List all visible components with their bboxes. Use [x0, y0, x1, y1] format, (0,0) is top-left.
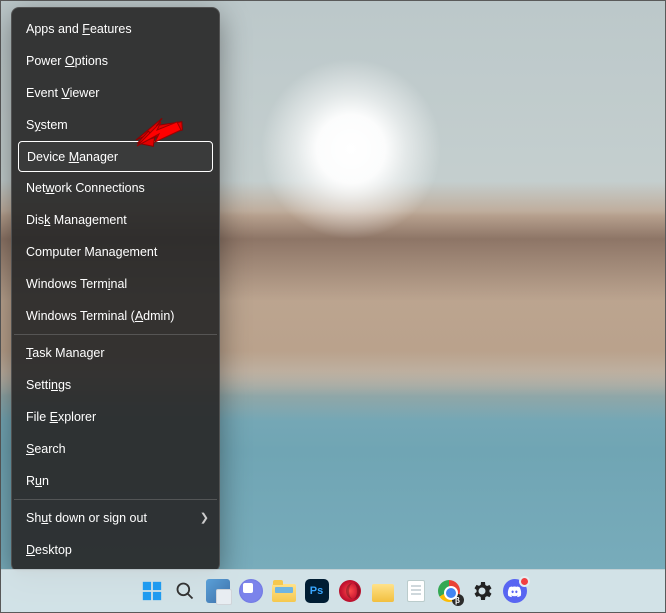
discord-icon[interactable] [502, 578, 528, 604]
menu-item-task-manager[interactable]: Task Manager [12, 337, 219, 369]
menu-item-disk-management[interactable]: Disk Management [12, 204, 219, 236]
desktop: Apps and Features Power Options Event Vi… [0, 0, 666, 613]
menu-item-search[interactable]: Search [12, 433, 219, 465]
menu-item-run[interactable]: Run [12, 465, 219, 497]
menu-item-desktop[interactable]: Desktop [12, 534, 219, 566]
notification-badge-icon [519, 576, 530, 587]
menu-item-device-manager[interactable]: Device Manager [18, 141, 213, 172]
menu-item-system[interactable]: System [12, 109, 219, 141]
start-icon[interactable] [139, 578, 165, 604]
photoshop-icon[interactable]: Ps [304, 578, 330, 604]
menu-item-power-options[interactable]: Power Options [12, 45, 219, 77]
menu-item-settings[interactable]: Settings [12, 369, 219, 401]
menu-item-windows-terminal[interactable]: Windows Terminal [12, 268, 219, 300]
file-explorer-icon[interactable] [271, 578, 297, 604]
chevron-right-icon: ❯ [200, 510, 209, 526]
settings-icon[interactable] [469, 578, 495, 604]
search-icon[interactable] [172, 578, 198, 604]
task-view-icon[interactable] [205, 578, 231, 604]
opera-icon[interactable] [337, 578, 363, 604]
folder-icon[interactable] [370, 578, 396, 604]
menu-item-windows-terminal-admin[interactable]: Windows Terminal (Admin) [12, 300, 219, 332]
chrome-beta-icon[interactable]: β [436, 578, 462, 604]
menu-item-network-connections[interactable]: Network Connections [12, 172, 219, 204]
notepad-icon[interactable] [403, 578, 429, 604]
taskbar: Ps β [1, 569, 665, 612]
menu-item-computer-management[interactable]: Computer Management [12, 236, 219, 268]
menu-item-event-viewer[interactable]: Event Viewer [12, 77, 219, 109]
menu-item-file-explorer[interactable]: File Explorer [12, 401, 219, 433]
winx-context-menu: Apps and Features Power Options Event Vi… [11, 7, 220, 572]
menu-item-apps-and-features[interactable]: Apps and Features [12, 13, 219, 45]
menu-separator [14, 334, 217, 335]
menu-item-shutdown-or-sign-out[interactable]: Shut down or sign out ❯ [12, 502, 219, 534]
menu-separator [14, 499, 217, 500]
chat-icon[interactable] [238, 578, 264, 604]
